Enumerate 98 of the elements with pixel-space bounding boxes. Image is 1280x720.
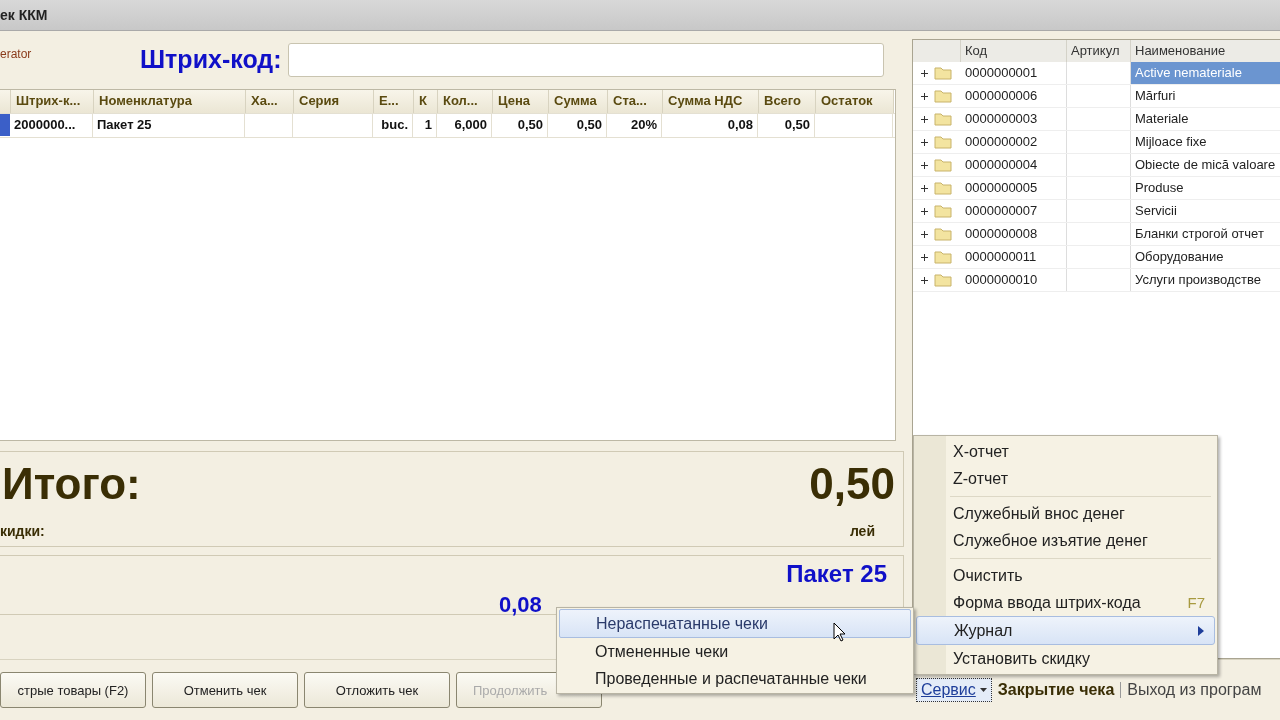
row-marker[interactable] — [0, 114, 10, 136]
product-name: Пакет 25 — [786, 560, 887, 588]
tree-item[interactable]: Mijloace fixe — [1131, 131, 1280, 153]
column-header[interactable]: Номенклатура — [94, 90, 246, 113]
tree-item[interactable]: Оборудование — [1131, 246, 1280, 268]
column-header[interactable]: Серия — [294, 90, 374, 113]
table-cell: 0000000006 — [961, 85, 1067, 107]
column-header[interactable]: Наименование — [1131, 40, 1280, 62]
expand-icon[interactable] — [921, 69, 928, 77]
total-label: Итого: — [2, 459, 142, 509]
tree-item[interactable]: Servicii — [1131, 200, 1280, 222]
column-header[interactable]: Кол... — [438, 90, 493, 113]
submenu-arrow-icon — [1198, 625, 1204, 636]
product-price-line: 0,08 — [499, 592, 542, 618]
menu-item[interactable]: Отмененные чеки — [559, 638, 911, 665]
folder-icon — [934, 273, 952, 287]
caret-icon — [979, 688, 987, 692]
expand-icon[interactable] — [921, 207, 928, 215]
table-cell: Пакет 25 — [93, 114, 245, 137]
table-cell: 20% — [607, 114, 662, 137]
window-title: ек ККМ — [0, 7, 48, 23]
column-header[interactable]: Сумма НДС — [663, 90, 759, 113]
total-amount: 0,50 — [809, 459, 895, 509]
cursor-icon — [833, 622, 846, 642]
expand-icon[interactable] — [921, 184, 928, 192]
column-header[interactable]: Всего — [759, 90, 816, 113]
folder-icon — [934, 112, 952, 126]
column-header[interactable]: Ста... — [608, 90, 663, 113]
toolbar-link[interactable]: Выход из програм — [1127, 681, 1262, 699]
folder-icon — [934, 158, 952, 172]
barcode-field[interactable] — [287, 43, 884, 77]
table-cell: 0,08 — [662, 114, 758, 137]
expand-icon[interactable] — [921, 253, 928, 261]
table-cell: 0000000007 — [961, 200, 1067, 222]
column-header[interactable]: Ха... — [246, 90, 294, 113]
table-cell: 0,50 — [758, 114, 815, 137]
tree-item[interactable]: Produse — [1131, 177, 1280, 199]
menu-item[interactable]: Журнал — [916, 616, 1215, 645]
table-cell: 0000000001 — [961, 62, 1067, 84]
table-cell: 2000000... — [10, 114, 93, 137]
service-dropdown[interactable]: Сервис — [916, 678, 992, 702]
table-cell: 6,000 — [437, 114, 492, 137]
folder-icon — [934, 66, 952, 80]
action-button[interactable]: стрые товары (F2) — [0, 672, 146, 708]
barcode-label: Штрих-код: — [140, 45, 282, 74]
action-button[interactable]: Отменить чек — [152, 672, 298, 708]
operator-label: erator — [0, 46, 33, 61]
table-cell: 0000000003 — [961, 108, 1067, 130]
column-header[interactable]: Остаток — [816, 90, 894, 113]
column-header[interactable]: Цена — [493, 90, 549, 113]
tree-item[interactable]: Услуги производстве — [1131, 269, 1280, 291]
menu-item[interactable]: Служебное изъятие денег — [916, 527, 1215, 554]
expand-icon[interactable] — [921, 92, 928, 100]
table-cell: 0,50 — [548, 114, 607, 137]
expand-icon[interactable] — [921, 276, 928, 284]
folder-icon — [934, 250, 952, 264]
column-header[interactable]: Код — [961, 40, 1067, 62]
header-cell — [913, 40, 961, 62]
table-cell: buc. — [373, 114, 413, 137]
tree-item[interactable]: Mărfuri — [1131, 85, 1280, 107]
folder-icon — [934, 89, 952, 103]
table-cell: 0000000002 — [961, 131, 1067, 153]
menu-item[interactable]: Форма ввода штрих-кода F7 — [916, 589, 1215, 616]
column-header[interactable]: К — [414, 90, 438, 113]
table-cell: 1 — [413, 114, 437, 137]
menu-item[interactable]: Z-отчет — [916, 465, 1215, 492]
header-cell — [0, 90, 11, 113]
table-cell: 0000000008 — [961, 223, 1067, 245]
column-header[interactable]: Сумма — [549, 90, 608, 113]
toolbar-link[interactable]: Закрытие чека — [997, 681, 1115, 699]
tree-item[interactable]: Obiecte de mică valoare — [1131, 154, 1280, 176]
expand-icon[interactable] — [921, 161, 928, 169]
folder-icon — [934, 135, 952, 149]
expand-icon[interactable] — [921, 230, 928, 238]
menu-item[interactable]: Установить скидку — [916, 645, 1215, 672]
table-cell: 0,50 — [492, 114, 548, 137]
menu-item[interactable]: Служебный внос денег — [916, 500, 1215, 527]
currency-label: лей — [849, 523, 875, 539]
column-header[interactable]: Е... — [374, 90, 414, 113]
table-cell: 0000000010 — [961, 269, 1067, 291]
table-cell: 0000000011 — [961, 246, 1067, 268]
tree-item[interactable]: Materiale — [1131, 108, 1280, 130]
expand-icon[interactable] — [921, 138, 928, 146]
folder-icon — [934, 227, 952, 241]
expand-icon[interactable] — [921, 115, 928, 123]
column-header[interactable]: Штрих-к... — [11, 90, 94, 113]
tree-item[interactable]: Бланки строгой отчет — [1131, 223, 1280, 245]
action-button[interactable]: Отложить чек — [304, 672, 450, 708]
menu-item[interactable]: Очистить — [916, 562, 1215, 589]
column-header[interactable]: Артикул — [1067, 40, 1131, 62]
shortcut-label: F7 — [1187, 594, 1205, 611]
folder-icon — [934, 181, 952, 195]
folder-icon — [934, 204, 952, 218]
table-cell: 0000000004 — [961, 154, 1067, 176]
table-cell: 0000000005 — [961, 177, 1067, 199]
menu-item[interactable]: X-отчет — [916, 438, 1215, 465]
menu-item[interactable]: Нераспечатанные чеки — [559, 609, 911, 638]
discount-label: кидки: — [0, 523, 45, 539]
